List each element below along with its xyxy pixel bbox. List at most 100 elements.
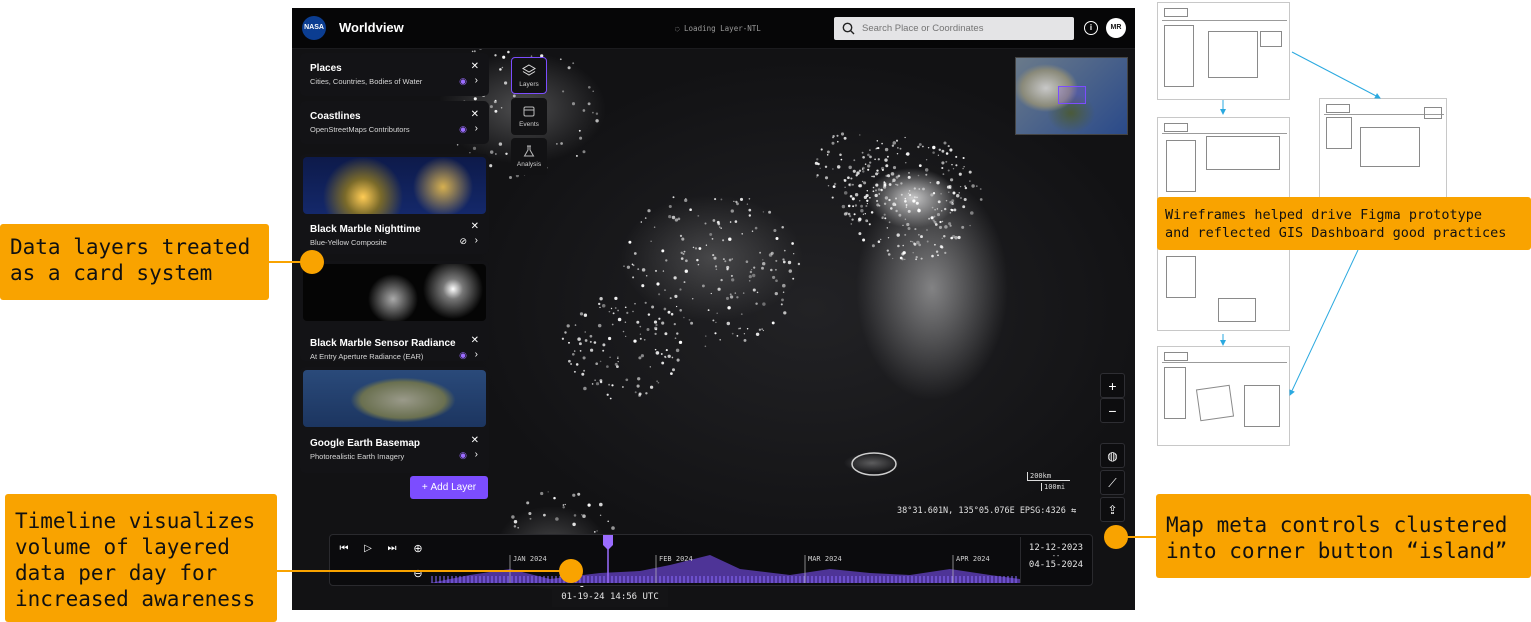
chevron-right-icon[interactable]: › (475, 75, 478, 86)
city-light (843, 178, 846, 181)
city-light (614, 307, 617, 309)
city-light (595, 112, 599, 115)
layer-card-black-marble-nighttime[interactable]: Black Marble Nighttime Blue-Yellow Compo… (300, 154, 489, 254)
city-light (671, 368, 676, 372)
city-light (574, 324, 577, 326)
eye-icon[interactable]: ◉ (459, 450, 467, 461)
loading-indicator: ◌ Loading Layer-NTL (675, 24, 761, 33)
tool-label: Analysis (516, 161, 542, 168)
city-light (758, 328, 762, 331)
share-button[interactable]: ⇪ (1100, 497, 1125, 522)
city-light (887, 174, 891, 178)
avatar[interactable]: MR (1106, 18, 1126, 38)
close-icon[interactable]: ✕ (471, 221, 479, 232)
city-light (851, 183, 854, 186)
city-light (684, 269, 688, 273)
city-light (904, 258, 906, 260)
eye-off-icon[interactable]: ⊘ (459, 236, 467, 247)
city-light (877, 172, 880, 174)
eye-icon[interactable]: ◉ (459, 124, 467, 135)
minimap[interactable] (1015, 57, 1128, 135)
eye-icon[interactable]: ◉ (459, 350, 467, 361)
layer-thumbnail (303, 264, 486, 321)
city-light (639, 325, 642, 328)
chevron-right-icon[interactable]: › (475, 449, 478, 460)
chevron-right-icon[interactable]: › (475, 235, 478, 246)
city-light (949, 211, 952, 214)
city-light (920, 235, 923, 239)
current-time-handle[interactable] (603, 535, 613, 550)
measure-button[interactable]: ⟋ (1100, 470, 1125, 495)
city-light (587, 503, 591, 507)
city-light (568, 359, 571, 363)
city-light (641, 268, 646, 272)
close-icon[interactable]: ✕ (471, 109, 479, 120)
city-light (741, 233, 743, 235)
layer-card-black-marble-sensor-radiance[interactable]: Black Marble Sensor Radiance At Entry Ap… (300, 261, 489, 361)
city-light (843, 191, 848, 195)
city-light (886, 249, 889, 252)
city-light (595, 362, 599, 366)
city-light (979, 198, 983, 201)
city-light (876, 140, 879, 142)
chevron-right-icon[interactable]: › (475, 349, 478, 360)
city-light (646, 328, 650, 331)
timeline-track[interactable]: JAN 2024 FEB 2024 MAR 2024 APR 2024 (430, 535, 1020, 585)
timeline-zoom-in-button[interactable]: ⊕ (408, 539, 428, 559)
city-light (929, 181, 932, 184)
city-light (910, 240, 912, 243)
city-light (866, 202, 869, 205)
close-icon[interactable]: ✕ (471, 335, 479, 346)
close-icon[interactable]: ✕ (471, 61, 479, 72)
layer-card-google-earth-basemap[interactable]: Google Earth Basemap Photorealistic Eart… (300, 367, 489, 473)
search-input[interactable] (862, 21, 1062, 35)
city-light (816, 158, 819, 161)
tool-analysis-button[interactable]: Analysis (511, 138, 547, 175)
city-light (916, 196, 918, 199)
zoom-out-button[interactable]: − (1100, 398, 1125, 423)
city-light (872, 186, 875, 189)
close-icon[interactable]: ✕ (471, 435, 479, 446)
city-light (645, 392, 648, 395)
play-button[interactable]: ▷ (358, 539, 378, 559)
layer-card-coastlines[interactable]: Coastlines OpenStreetMaps Contributors ✕… (300, 101, 489, 144)
timeline-zoom-out-button[interactable]: ⊖ (408, 565, 428, 583)
minimap-viewport[interactable] (1058, 86, 1086, 104)
info-button[interactable]: i (1084, 21, 1098, 35)
city-light (749, 270, 753, 274)
nasa-logo[interactable]: NASA (302, 16, 326, 40)
chevron-right-icon[interactable]: › (475, 123, 478, 134)
city-light (887, 253, 891, 256)
swap-icon[interactable]: ⇆ (1071, 506, 1076, 516)
city-light (748, 275, 752, 279)
layer-card-places[interactable]: Places Cities, Countries, Bodies of Wate… (300, 53, 489, 96)
date-range[interactable]: 12-12-2023 -- 04-15-2024 (1020, 537, 1091, 583)
zoom-in-button[interactable]: + (1100, 373, 1125, 398)
city-light (841, 204, 846, 209)
city-light (654, 332, 657, 336)
city-light (640, 354, 644, 358)
city-light (759, 251, 762, 254)
city-light (875, 147, 877, 150)
scale-km: 200km (1027, 472, 1070, 481)
skip-back-button[interactable]: ⏮ (334, 539, 354, 559)
city-light (526, 501, 530, 505)
skip-forward-button[interactable]: ⏭ (382, 539, 402, 559)
city-light (951, 163, 953, 166)
layers-icon (522, 64, 536, 76)
city-light (866, 220, 869, 223)
city-light (854, 204, 858, 207)
add-layer-button[interactable]: + Add Layer (410, 476, 488, 499)
city-light (905, 162, 907, 164)
eye-icon[interactable]: ◉ (459, 76, 467, 87)
basemap-button[interactable]: ◍ (1100, 443, 1125, 468)
city-light (782, 258, 785, 261)
city-light (561, 337, 565, 340)
city-light (957, 235, 961, 240)
city-light (782, 260, 786, 264)
tool-layers-button[interactable]: Layers (511, 57, 547, 94)
city-light (639, 333, 642, 335)
tool-events-button[interactable]: Events (511, 98, 547, 135)
search-box[interactable] (834, 17, 1074, 40)
city-light (896, 152, 899, 155)
